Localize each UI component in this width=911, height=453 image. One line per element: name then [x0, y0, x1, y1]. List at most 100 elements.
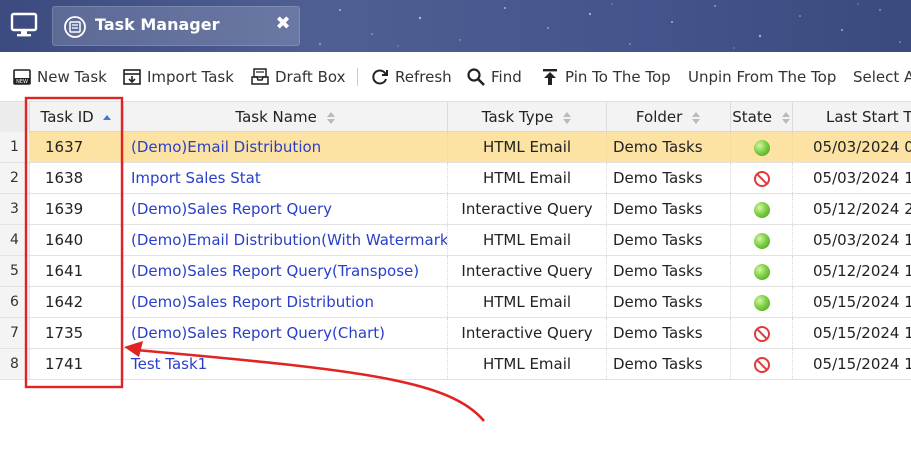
state-cell: [731, 225, 793, 255]
last-start-time-cell: 05/12/2024 2: [813, 200, 911, 218]
new-task-label: New Task: [37, 68, 107, 86]
task-id-cell: 1641: [30, 256, 124, 286]
state-cell: [731, 318, 793, 348]
import-task-icon: [123, 69, 141, 85]
select-all-label: Select A: [853, 68, 911, 86]
pin-to-top-label: Pin To The Top: [565, 68, 671, 86]
task-name-link[interactable]: (Demo)Sales Report Query(Chart): [124, 318, 448, 348]
import-task-label: Import Task: [147, 68, 234, 86]
new-task-button[interactable]: NEW New Task: [12, 66, 107, 88]
state-cell: [731, 287, 793, 317]
pin-top-icon: [543, 69, 557, 85]
last-start-time-cell: 05/15/2024 1: [813, 355, 911, 373]
sort-both-icon: [692, 111, 701, 124]
state-enabled-icon: [753, 139, 770, 156]
import-task-button[interactable]: Import Task: [122, 66, 234, 88]
table-row[interactable]: 8 1741 Test Task1 HTML Email Demo Tasks 05/15…: [0, 349, 911, 380]
find-label: Find: [491, 68, 522, 86]
pin-to-top-button[interactable]: Pin To The Top: [540, 66, 671, 88]
sort-both-icon: [781, 111, 790, 124]
task-type-cell: Interactive Query: [448, 194, 607, 224]
table-row[interactable]: 4 1640 (Demo)Email Distribution(With Water…: [0, 225, 911, 256]
toolbar: NEW New Task Import Task Draft Box Refre…: [0, 52, 911, 100]
task-type-cell: HTML Email: [448, 287, 607, 317]
last-start-time-cell: 05/03/2024 1: [813, 169, 911, 187]
row-number: 1: [0, 132, 30, 162]
last-start-time-cell: 05/15/2024 1: [813, 293, 911, 311]
find-button[interactable]: Find: [466, 66, 522, 88]
task-name-link[interactable]: Import Sales Stat: [124, 163, 448, 193]
column-header-label: Task Type: [481, 108, 554, 126]
state-cell: [731, 349, 793, 379]
state-disabled-icon: [753, 170, 770, 187]
task-name-link[interactable]: (Demo)Sales Report Distribution: [124, 287, 448, 317]
draft-box-label: Draft Box: [275, 68, 346, 86]
close-icon[interactable]: ✖: [273, 14, 293, 34]
task-id-cell: 1735: [30, 318, 124, 348]
row-number: 7: [0, 318, 30, 348]
refresh-icon: [372, 69, 388, 85]
column-header-task-name[interactable]: Task Name: [124, 102, 448, 132]
svg-text:NEW: NEW: [16, 79, 28, 85]
draft-box-button[interactable]: Draft Box: [250, 66, 345, 88]
task-id-cell: 1640: [30, 225, 124, 255]
folder-cell: Demo Tasks: [607, 256, 731, 286]
table-row[interactable]: 5 1641 (Demo)Sales Report Query(Transpose)…: [0, 256, 911, 287]
unpin-from-top-label: Unpin From The Top: [688, 68, 837, 86]
column-header-folder[interactable]: Folder: [607, 102, 731, 132]
sort-both-icon: [326, 111, 335, 124]
task-name-link[interactable]: Test Task1: [124, 349, 448, 379]
refresh-label: Refresh: [395, 68, 452, 86]
state-enabled-icon: [753, 201, 770, 218]
last-start-time-cell: 05/15/2024 1: [813, 324, 911, 342]
refresh-button[interactable]: Refresh: [370, 66, 452, 88]
task-name-link[interactable]: (Demo)Sales Report Query(Transpose): [124, 256, 448, 286]
task-type-cell: Interactive Query: [448, 318, 607, 348]
select-all-button[interactable]: Select A: [853, 66, 911, 88]
task-id-cell: 1638: [30, 163, 124, 193]
task-id-cell: 1637: [30, 132, 124, 162]
task-type-cell: HTML Email: [448, 132, 607, 162]
unpin-from-top-button[interactable]: Unpin From The Top: [688, 66, 836, 88]
column-header-state[interactable]: State: [731, 102, 793, 132]
column-header-label: Last Start Ti: [826, 108, 911, 126]
task-name-link[interactable]: (Demo)Sales Report Query: [124, 194, 448, 224]
column-header-last-start-time[interactable]: Last Start Ti: [793, 102, 911, 132]
row-number: 3: [0, 194, 30, 224]
table-row[interactable]: 7 1735 (Demo)Sales Report Query(Chart) Inte…: [0, 318, 911, 349]
table-row[interactable]: 1 1637 (Demo)Email Distribution HTML Email D…: [0, 132, 911, 163]
column-header-label: Task Name: [235, 108, 317, 126]
state-disabled-icon: [753, 356, 770, 373]
folder-cell: Demo Tasks: [607, 349, 731, 379]
task-id-cell: 1741: [30, 349, 124, 379]
row-number: 5: [0, 256, 30, 286]
row-number: 2: [0, 163, 30, 193]
task-type-cell: HTML Email: [448, 225, 607, 255]
draft-box-icon: [251, 68, 269, 85]
table-row[interactable]: 6 1642 (Demo)Sales Report Distribution HTML…: [0, 287, 911, 318]
toolbar-separator: [357, 66, 358, 88]
state-enabled-icon: [753, 294, 770, 311]
folder-cell: Demo Tasks: [607, 318, 731, 348]
table-row[interactable]: 2 1638 Import Sales Stat HTML Email Demo Tas…: [0, 163, 911, 194]
sort-asc-icon: [103, 114, 112, 120]
new-task-icon: NEW: [13, 69, 31, 85]
state-cell: [731, 132, 793, 162]
task-type-cell: Interactive Query: [448, 256, 607, 286]
task-type-cell: HTML Email: [448, 349, 607, 379]
grid-header: Task ID Task Name Task Type Folder State: [0, 101, 911, 132]
tab-task-manager[interactable]: Task Manager ✖: [52, 6, 300, 46]
task-id-cell: 1639: [30, 194, 124, 224]
table-row[interactable]: 3 1639 (Demo)Sales Report Query Interactive…: [0, 194, 911, 225]
column-header-task-id[interactable]: Task ID: [30, 102, 124, 132]
row-number: 8: [0, 349, 30, 379]
row-number: 4: [0, 225, 30, 255]
task-name-link[interactable]: (Demo)Email Distribution: [124, 132, 448, 162]
task-name-link[interactable]: (Demo)Email Distribution(With Watermark): [124, 225, 448, 255]
task-id-cell: 1642: [30, 287, 124, 317]
last-start-time-cell: 05/03/2024 0: [813, 138, 911, 156]
column-header-task-type[interactable]: Task Type: [448, 102, 607, 132]
monitor-icon[interactable]: [10, 12, 38, 38]
state-enabled-icon: [753, 263, 770, 280]
column-header-label: Folder: [635, 108, 683, 126]
